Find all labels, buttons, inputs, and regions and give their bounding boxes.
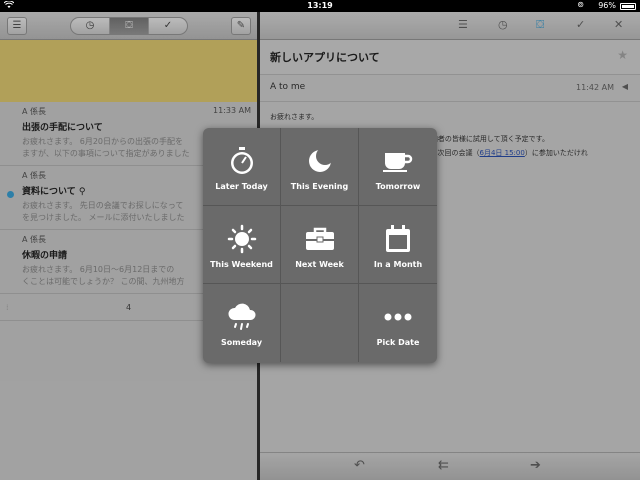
snooze-this-weekend[interactable]: This Weekend	[203, 206, 281, 284]
clock: 13:19	[307, 1, 333, 10]
snooze-option-label: In a Month	[373, 260, 423, 269]
snooze-popup: Later Today This Evening Tomorrow This W…	[203, 128, 437, 363]
battery-percent: 96%	[598, 1, 616, 10]
rain-cloud-icon	[203, 302, 280, 332]
snooze-option-label: This Weekend	[210, 260, 273, 269]
snooze-pick-date[interactable]: Pick Date	[359, 284, 437, 362]
status-bar: 13:19 ⊚ 96%	[0, 0, 640, 12]
snooze-in-a-month[interactable]: In a Month	[359, 206, 437, 284]
snooze-option-label: Someday	[220, 338, 263, 347]
calendar-icon	[359, 224, 437, 254]
snooze-option-label: This Evening	[290, 182, 349, 191]
snooze-this-evening[interactable]: This Evening	[281, 128, 359, 206]
snooze-option-label: Pick Date	[376, 338, 420, 347]
battery-icon	[620, 3, 636, 10]
snooze-someday[interactable]: Someday	[203, 284, 281, 362]
moon-icon	[281, 146, 358, 176]
rotation-lock-icon: ⊚	[577, 0, 584, 9]
stopwatch-icon	[203, 146, 280, 176]
snooze-later-today[interactable]: Later Today	[203, 128, 281, 206]
sun-icon	[203, 224, 280, 254]
more-dots-icon	[359, 302, 437, 332]
snooze-tomorrow[interactable]: Tomorrow	[359, 128, 437, 206]
snooze-option-label: Next Week	[295, 260, 344, 269]
snooze-next-week[interactable]: Next Week	[281, 206, 359, 284]
snooze-empty-cell	[281, 284, 359, 362]
snooze-option-label: Tomorrow	[375, 182, 421, 191]
snooze-option-label: Later Today	[215, 182, 268, 191]
coffee-cup-icon	[359, 146, 437, 176]
briefcase-icon	[281, 224, 358, 254]
